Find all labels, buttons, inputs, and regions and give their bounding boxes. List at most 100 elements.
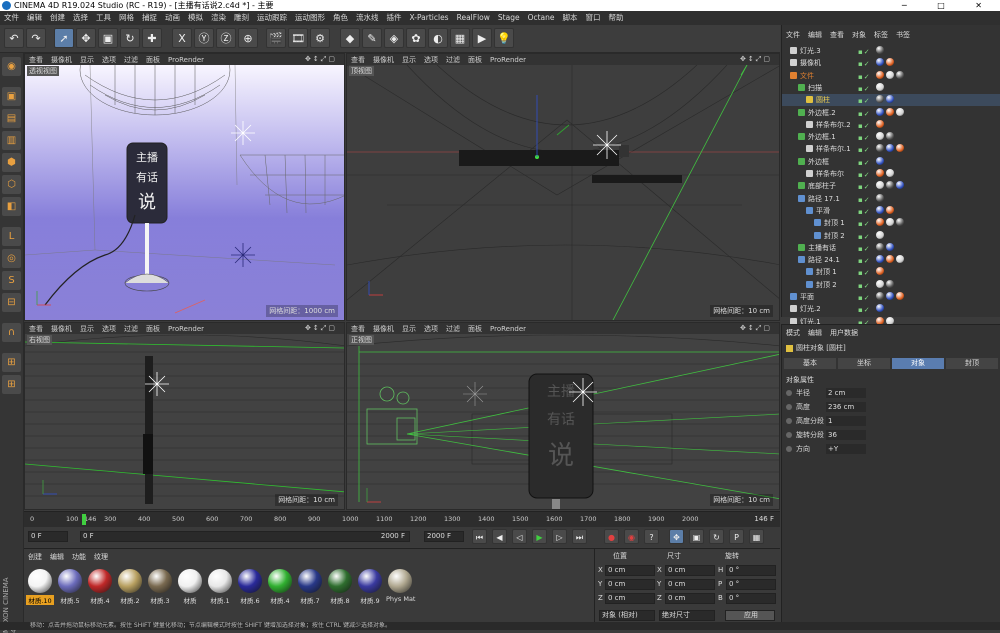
viewport-menu-item[interactable]: 过滤 (120, 56, 142, 64)
visibility-flags-icon[interactable]: ▪✓ (858, 194, 871, 206)
object-row[interactable]: 灯光.3 ▪✓ (782, 45, 1000, 57)
object-row[interactable]: 底部柱子 ▪✓ (782, 180, 1000, 192)
object-row[interactable]: 封顶 2 ▪✓ (782, 230, 1000, 242)
material-menu-item[interactable]: 创建 (24, 553, 46, 561)
viewport-menu-item[interactable]: 过滤 (442, 325, 464, 333)
viewport-menu-item[interactable]: 查看 (347, 325, 369, 333)
viewport-menu-item[interactable]: 选项 (98, 325, 120, 333)
material-tag-icon[interactable] (896, 218, 904, 227)
attr-tab[interactable]: 基本 (784, 358, 836, 369)
deformer-icon[interactable]: ◐ (428, 28, 448, 48)
material-tag-icon[interactable] (886, 70, 894, 79)
coord-position-field[interactable]: 0 cm (605, 565, 655, 576)
material-tag-icon[interactable] (876, 230, 884, 239)
key-scale-icon[interactable]: ▣ (689, 529, 704, 544)
attr-property-value[interactable]: 1 (826, 416, 866, 426)
menu-item[interactable]: 插件 (383, 11, 406, 25)
material-tag-icon[interactable] (886, 218, 894, 227)
coord-position-field[interactable]: 0 cm (605, 579, 655, 590)
visibility-flags-icon[interactable]: ▪✓ (858, 46, 871, 58)
material-tag-icon[interactable] (876, 304, 884, 313)
object-row[interactable]: 封顶 1 ▪✓ (782, 266, 1000, 278)
menu-item[interactable]: 角色 (329, 11, 352, 25)
material-swatch[interactable]: 材质.3 (146, 565, 174, 611)
menu-item[interactable]: 渲染 (207, 11, 230, 25)
viewport-menu-item[interactable]: 显示 (76, 56, 98, 64)
viewport-menu-item[interactable]: 面板 (142, 325, 164, 333)
visibility-flags-icon[interactable]: ▪✓ (858, 292, 871, 304)
scale-tool-icon[interactable]: ▣ (98, 28, 118, 48)
attr-property-value[interactable]: +Y (826, 444, 866, 454)
render-settings-icon[interactable]: ⚙ (310, 28, 330, 48)
visibility-flags-icon[interactable]: ▪✓ (858, 83, 871, 95)
object-manager-menu-item[interactable]: 标签 (870, 31, 892, 39)
timeline-ruler[interactable]: 0 100 146 300 400 500 600 700 800 900 1000 1100 1200… (24, 511, 780, 527)
menu-item[interactable]: 捕捉 (138, 11, 161, 25)
material-tag-icon[interactable] (876, 107, 884, 116)
visibility-flags-icon[interactable]: ▪✓ (858, 243, 871, 255)
layout-icon[interactable]: ⊞ (2, 353, 21, 372)
visibility-flags-icon[interactable]: ▪✓ (858, 157, 871, 169)
menu-item[interactable]: Octane (524, 11, 559, 25)
visibility-flags-icon[interactable]: ▪✓ (858, 181, 871, 193)
light-icon[interactable]: 💡 (494, 28, 514, 48)
tweak-mode-icon[interactable]: ◎ (2, 249, 21, 268)
material-tag-icon[interactable] (886, 255, 894, 264)
material-tag-icon[interactable] (896, 107, 904, 116)
coord-size-field[interactable]: 0 cm (665, 593, 715, 604)
menu-item[interactable]: 工具 (92, 11, 115, 25)
render-picture-viewer-icon[interactable]: 🎞 (288, 28, 308, 48)
object-row[interactable]: 平滑 ▪✓ (782, 205, 1000, 217)
coord-mode-dropdown[interactable]: 对象 (相对) (599, 610, 655, 621)
material-tag-icon[interactable] (876, 119, 884, 128)
material-tag-icon[interactable] (876, 169, 884, 177)
menu-item[interactable]: Stage (494, 11, 524, 25)
material-tag-icon[interactable] (876, 95, 884, 104)
viewport-menu-item[interactable]: 查看 (25, 325, 47, 333)
key-param-icon[interactable]: P (729, 529, 744, 544)
viewport-menu-item[interactable]: 摄像机 (47, 325, 76, 333)
radio-icon[interactable] (786, 446, 792, 452)
polygons-mode-icon[interactable]: ◧ (2, 197, 21, 216)
workplane-icon[interactable]: ▥ (2, 131, 21, 150)
material-tag-icon[interactable] (886, 132, 894, 141)
attr-property-value[interactable]: 2 cm (826, 388, 866, 398)
material-tag-icon[interactable] (876, 58, 884, 67)
visibility-flags-icon[interactable]: ▪✓ (858, 108, 871, 120)
material-menu-item[interactable]: 功能 (68, 553, 90, 561)
playhead-marker[interactable] (82, 514, 86, 525)
add-tool-icon[interactable]: ✚ (142, 28, 162, 48)
viewport-right[interactable]: ✥↕⤢▢ 查看 摄像机 显示 选项 过滤 面板 ProRender 右视图 网格间距：10 … (24, 322, 345, 510)
menu-item[interactable]: 运动图形 (291, 11, 329, 25)
object-row[interactable]: 摄像机 ▪✓ (782, 57, 1000, 69)
material-tag-icon[interactable] (886, 205, 894, 214)
layout-2-icon[interactable]: ⊞ (2, 375, 21, 394)
viewport-menu-item[interactable]: ProRender (164, 325, 208, 333)
viewport-menu-item[interactable]: 面板 (142, 56, 164, 64)
material-swatch[interactable]: 材质.8 (326, 565, 354, 611)
attr-tab[interactable]: 封顶 (946, 358, 998, 369)
subdivision-icon[interactable]: ◈ (384, 28, 404, 48)
autokey-icon[interactable]: ◉ (624, 529, 639, 544)
material-tag-icon[interactable] (886, 169, 894, 177)
material-swatch[interactable]: 材质.2 (116, 565, 144, 611)
viewport-menu-item[interactable]: ProRender (486, 56, 530, 64)
preview-range-slider[interactable]: 0 F 2000 F (80, 531, 410, 542)
material-tag-icon[interactable] (886, 181, 894, 190)
window-controls[interactable]: ─ □ ✕ (902, 0, 996, 11)
prev-frame-icon[interactable]: ◁ (512, 529, 527, 544)
object-manager-menu-item[interactable]: 查看 (826, 31, 848, 39)
material-swatch[interactable]: 材质.4 (266, 565, 294, 611)
viewport-menu-item[interactable]: 面板 (464, 56, 486, 64)
viewport-menu-item[interactable]: 选项 (420, 56, 442, 64)
coord-size-dropdown[interactable]: 绝对尺寸 (659, 610, 715, 621)
play-icon[interactable]: ▶ (532, 529, 547, 544)
object-row[interactable]: 路径 17.1 ▪✓ (782, 193, 1000, 205)
visibility-flags-icon[interactable]: ▪✓ (858, 267, 871, 279)
object-row[interactable]: 外边框.2 ▪✓ (782, 107, 1000, 119)
menu-item[interactable]: 雕刻 (230, 11, 253, 25)
material-tag-icon[interactable] (886, 107, 894, 116)
viewport-menu-item[interactable]: 摄像机 (47, 56, 76, 64)
start-frame-field[interactable]: 0 F (28, 531, 68, 542)
object-row[interactable]: 平面 ▪✓ (782, 291, 1000, 303)
